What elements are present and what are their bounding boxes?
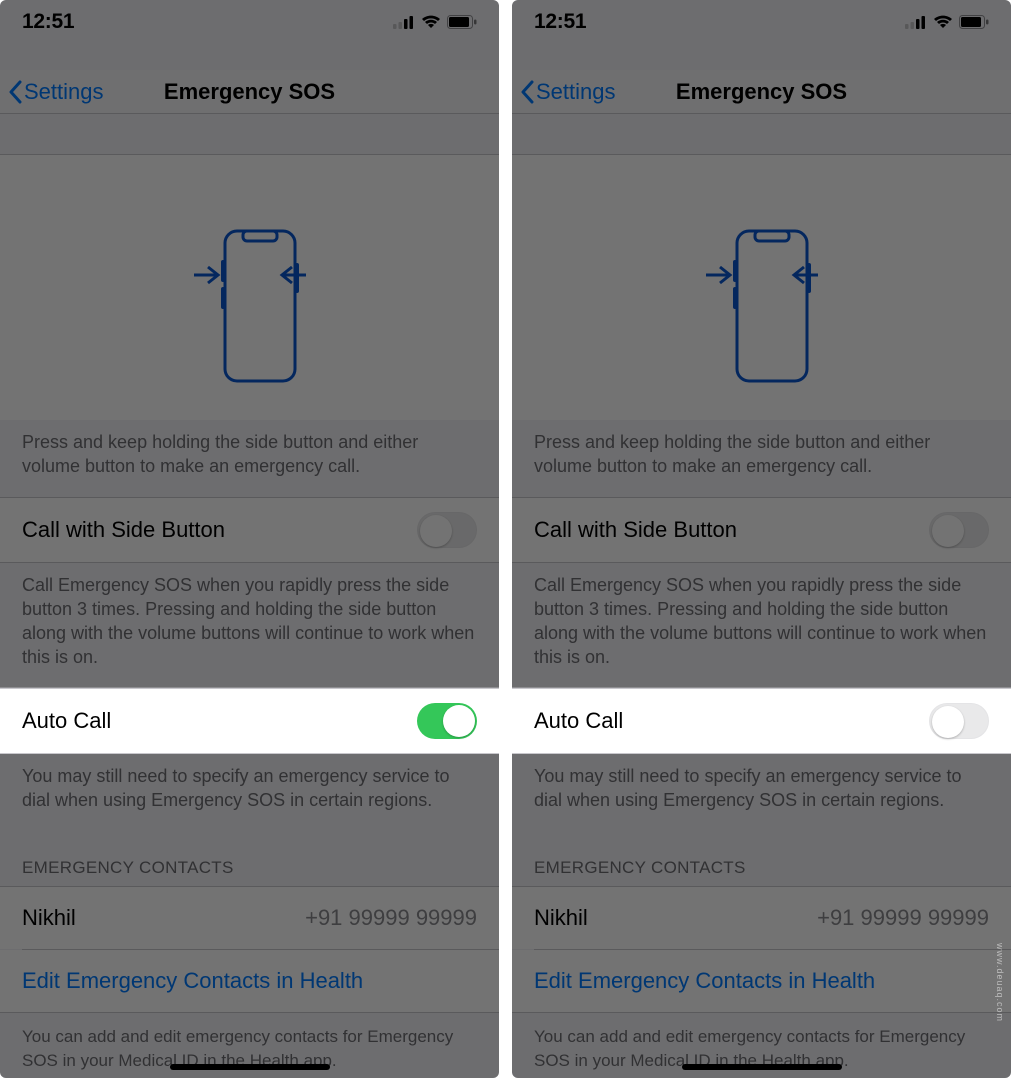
about-privacy-link[interactable]: About Emergency SOS & Privacy	[22, 1073, 477, 1078]
call-side-footer: Call Emergency SOS when you rapidly pres…	[512, 563, 1011, 688]
auto-call-footer: You may still need to specify an emergen…	[512, 754, 1011, 831]
call-side-toggle[interactable]	[417, 512, 477, 548]
contact-name: Nikhil	[534, 905, 588, 931]
illustration-area	[0, 154, 499, 420]
back-label: Settings	[24, 79, 104, 105]
contact-phone: +91 99999 99999	[305, 905, 477, 931]
nav-bar: Settings Emergency SOS	[512, 70, 1011, 114]
chevron-left-icon	[520, 80, 534, 104]
back-button[interactable]: Settings	[520, 79, 616, 105]
phone-illustration	[662, 225, 862, 390]
emergency-contacts-header: EMERGENCY CONTACTS	[0, 830, 499, 886]
battery-icon	[959, 15, 989, 29]
wifi-icon	[421, 15, 441, 29]
about-privacy-link[interactable]: About Emergency SOS & Privacy	[534, 1073, 989, 1078]
status-icons	[393, 15, 477, 29]
back-label: Settings	[536, 79, 616, 105]
emergency-contact-row[interactable]: Nikhil +91 99999 99999	[0, 886, 499, 949]
signal-icon	[393, 16, 415, 29]
illustration-area	[512, 154, 1011, 420]
signal-icon	[905, 16, 927, 29]
battery-icon	[447, 15, 477, 29]
call-side-button-cell[interactable]: Call with Side Button	[512, 497, 1011, 563]
illustration-footer: Press and keep holding the side button a…	[0, 420, 499, 497]
emergency-contacts-header: EMERGENCY CONTACTS	[512, 830, 1011, 886]
home-indicator[interactable]	[170, 1064, 330, 1070]
auto-call-toggle[interactable]	[929, 703, 989, 739]
auto-call-cell[interactable]: Auto Call	[0, 688, 499, 754]
status-time: 12:51	[534, 10, 586, 34]
emergency-contact-row[interactable]: Nikhil +91 99999 99999	[512, 886, 1011, 949]
auto-call-footer: You may still need to specify an emergen…	[0, 754, 499, 831]
wifi-icon	[933, 15, 953, 29]
call-side-label: Call with Side Button	[22, 517, 225, 543]
status-bar: 12:51	[512, 0, 1011, 44]
auto-call-cell[interactable]: Auto Call	[512, 688, 1011, 754]
status-bar: 12:51	[0, 0, 499, 44]
call-side-button-cell[interactable]: Call with Side Button	[0, 497, 499, 563]
screenshot-1: 12:51 Settings Emergency SOS	[512, 0, 1011, 1078]
contact-name: Nikhil	[22, 905, 76, 931]
edit-contacts-link[interactable]: Edit Emergency Contacts in Health	[0, 950, 499, 1013]
illustration-footer: Press and keep holding the side button a…	[512, 420, 1011, 497]
call-side-toggle[interactable]	[929, 512, 989, 548]
watermark: www.deuaq.com	[995, 943, 1005, 1022]
screenshot-0: 12:51 Settings Emergency SOS	[0, 0, 499, 1078]
auto-call-label: Auto Call	[534, 708, 623, 734]
phone-illustration	[150, 225, 350, 390]
auto-call-toggle[interactable]	[417, 703, 477, 739]
edit-contacts-link[interactable]: Edit Emergency Contacts in Health	[512, 950, 1011, 1013]
chevron-left-icon	[8, 80, 22, 104]
home-indicator[interactable]	[682, 1064, 842, 1070]
nav-bar: Settings Emergency SOS	[0, 70, 499, 114]
auto-call-label: Auto Call	[22, 708, 111, 734]
call-side-label: Call with Side Button	[534, 517, 737, 543]
status-icons	[905, 15, 989, 29]
status-time: 12:51	[22, 10, 74, 34]
contact-phone: +91 99999 99999	[817, 905, 989, 931]
call-side-footer: Call Emergency SOS when you rapidly pres…	[0, 563, 499, 688]
back-button[interactable]: Settings	[8, 79, 104, 105]
